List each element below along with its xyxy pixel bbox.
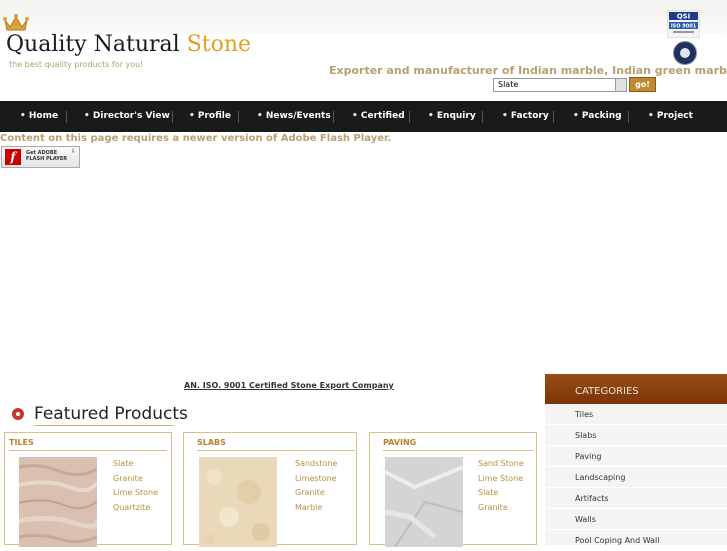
product-link[interactable]: Sandstone — [295, 457, 337, 472]
exporter-text: Exporter and manufacturer of Indian marb… — [329, 64, 727, 77]
categories-heading: CATEGORIES — [545, 374, 727, 404]
product-card-tiles: TILES Slate Granite Lime Stone Quartzite — [4, 432, 172, 547]
nav-home-label: Home — [28, 111, 59, 121]
site-logo[interactable]: Quality Natural Stone — [6, 32, 251, 57]
nav-news-events[interactable]: • News/Events — [257, 101, 331, 132]
nav-divider — [333, 111, 334, 123]
qsi-iso-badge-icon: QSI ISO 9001 — [667, 10, 700, 38]
top-bar — [0, 0, 727, 34]
card-title[interactable]: SLABS — [197, 438, 226, 447]
nav-enquiry-label: Enquiry — [436, 111, 476, 121]
divider — [34, 425, 174, 426]
tagline: the best quality products for you! — [9, 60, 144, 69]
nav-home[interactable]: • Home — [20, 101, 58, 132]
product-select-value: Slate — [498, 80, 519, 89]
product-card-paving: PAVING Sand Stone Lime Stone Slate Grani… — [369, 432, 537, 547]
nav-profile[interactable]: • Profile — [189, 101, 231, 132]
category-item[interactable]: Slabs — [545, 426, 727, 446]
nav-divider — [482, 111, 483, 123]
nav-packing-label: Packing — [581, 111, 622, 121]
divider — [197, 450, 355, 451]
product-link[interactable]: Lime Stone — [478, 472, 524, 487]
crown-logo-icon — [3, 14, 29, 31]
product-link[interactable]: Slate — [113, 457, 158, 472]
category-item[interactable]: Tiles — [545, 405, 727, 425]
sandstone-slab-image[interactable] — [199, 457, 277, 547]
card-title[interactable]: PAVING — [383, 438, 416, 447]
flash-logo-icon: f — [5, 149, 21, 165]
product-link[interactable]: Lime Stone — [113, 486, 158, 501]
logo-main-text: Quality Natural — [6, 32, 187, 57]
nav-factory-label: Factory — [510, 111, 549, 121]
product-link[interactable]: Sand Stone — [478, 457, 524, 472]
category-item[interactable]: Landscaping — [545, 468, 727, 488]
certification-seal-icon — [673, 41, 697, 65]
card-links: Sand Stone Lime Stone Slate Granite — [478, 457, 524, 515]
product-link[interactable]: Granite — [295, 486, 337, 501]
category-item[interactable]: Artifacts — [545, 489, 727, 509]
download-arrow-icon: ⇩ — [70, 148, 76, 155]
category-item[interactable]: Pool Coping And Wall — [545, 531, 727, 551]
nav-project[interactable]: • Project — [648, 101, 693, 132]
nav-divider — [238, 111, 239, 123]
card-links: Sandstone Limestone Granite Marble — [295, 457, 337, 515]
main-nav: • Home • Director's View • Profile • New… — [0, 101, 727, 132]
nav-news-events-label: News/Events — [265, 111, 331, 121]
grey-marble-paving-image[interactable] — [385, 457, 463, 547]
nav-certified-label: Certified — [360, 111, 405, 121]
product-link[interactable]: Granite — [113, 472, 158, 487]
product-card-slabs: SLABS Sandstone Limestone Granite Marble — [183, 432, 357, 547]
get-flash-player-button[interactable]: f Get ADOBE FLASH PLAYER ⇩ — [1, 146, 80, 168]
flash-required-message: Content on this page requires a newer ve… — [0, 133, 392, 144]
product-link[interactable]: Slate — [478, 486, 524, 501]
categories-panel: CATEGORIES Tiles Slabs Paving Landscapin… — [545, 374, 727, 551]
nav-enquiry[interactable]: • Enquiry — [428, 101, 476, 132]
nav-packing[interactable]: • Packing — [573, 101, 622, 132]
featured-bullet-icon — [12, 408, 24, 420]
flash-badge-line2: FLASH PLAYER — [26, 156, 68, 162]
nav-divider — [409, 111, 410, 123]
product-link[interactable]: Granite — [478, 501, 524, 516]
logo-accent-text: Stone — [186, 32, 252, 57]
featured-products-heading: Featured Products — [34, 404, 188, 424]
category-item[interactable]: Walls — [545, 510, 727, 530]
marble-tile-image[interactable] — [19, 457, 97, 547]
nav-divider — [66, 111, 67, 123]
nav-directors-view-label: Director's View — [92, 111, 170, 121]
product-select[interactable]: Slate — [493, 78, 627, 92]
card-title[interactable]: TILES — [9, 438, 34, 447]
nav-divider — [172, 111, 173, 123]
flash-badge-text: Get ADOBE FLASH PLAYER — [26, 150, 67, 162]
go-button[interactable]: go! — [629, 77, 656, 92]
iso-certified-link[interactable]: AN. ISO. 9001 Certified Stone Export Com… — [184, 381, 394, 390]
category-item[interactable]: Paving — [545, 447, 727, 467]
nav-directors-view[interactable]: • Director's View — [84, 101, 170, 132]
nav-divider — [553, 111, 554, 123]
divider — [9, 450, 167, 451]
qsi-text: QSI — [677, 13, 691, 21]
nav-certified[interactable]: • Certified — [352, 101, 405, 132]
nav-profile-label: Profile — [197, 111, 231, 121]
nav-project-label: Project — [656, 111, 693, 121]
product-link[interactable]: Quartzite — [113, 501, 158, 516]
select-arrow-icon[interactable] — [615, 79, 626, 91]
product-link[interactable]: Limestone — [295, 472, 337, 487]
nav-divider — [628, 111, 629, 123]
divider — [383, 450, 533, 451]
iso-text: ISO 9001 — [671, 24, 697, 30]
product-link[interactable]: Marble — [295, 501, 337, 516]
nav-factory[interactable]: • Factory — [502, 101, 549, 132]
card-links: Slate Granite Lime Stone Quartzite — [113, 457, 158, 515]
